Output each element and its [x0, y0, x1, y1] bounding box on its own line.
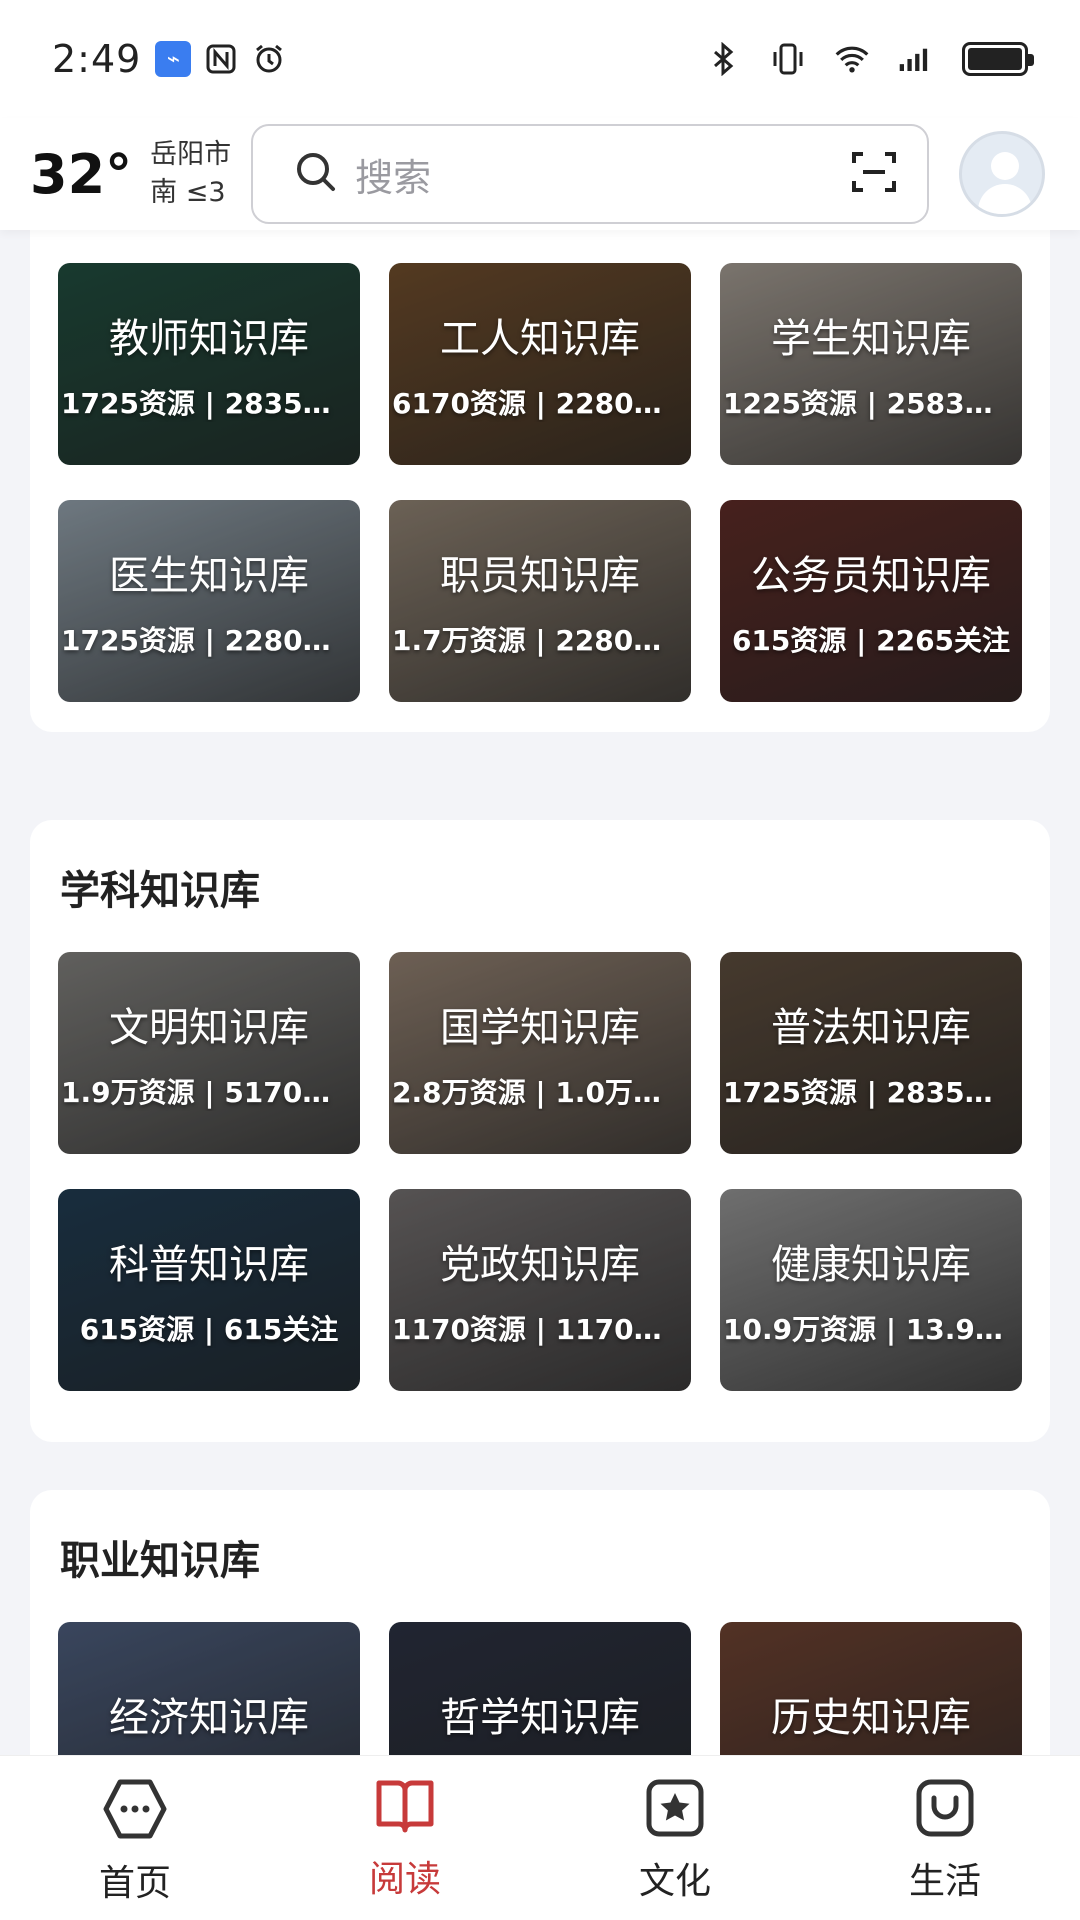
- battery-charging-icon: [962, 42, 1034, 76]
- card-stats: 1725资源 | 2280关注: [61, 624, 357, 657]
- knowledge-card[interactable]: 经济知识库: [58, 1622, 360, 1755]
- nav-label: 阅读: [368, 1859, 441, 1900]
- nav-label: 文化: [638, 1861, 711, 1902]
- search-icon: [295, 151, 337, 197]
- nav-home[interactable]: 首页: [0, 1756, 270, 1920]
- smile-icon: [915, 1778, 975, 1842]
- card-title: 健康知识库: [771, 1242, 971, 1288]
- section-title: 学科知识库: [60, 868, 260, 914]
- card-stats: 1225资源 | 2583关注: [723, 387, 1019, 420]
- knowledge-card[interactable]: 工人知识库 6170资源 | 2280关注: [389, 263, 691, 465]
- card-title: 工人知识库: [440, 316, 640, 362]
- card-stats: 615资源 | 2265关注: [731, 624, 1011, 657]
- star-icon: [645, 1778, 705, 1842]
- section-featured: 教师知识库 1725资源 | 2835关注 工人知识库 6170资源 | 228…: [30, 230, 1050, 732]
- nav-culture[interactable]: 文化: [540, 1756, 810, 1920]
- card-stats: 1.9万资源 | 5170关注: [61, 1076, 357, 1109]
- temperature: 32°: [30, 142, 133, 206]
- knowledge-card[interactable]: 文明知识库 1.9万资源 | 5170关注: [58, 952, 360, 1154]
- nav-life[interactable]: 生活: [810, 1756, 1080, 1920]
- card-title: 哲学知识库: [440, 1695, 640, 1741]
- bottom-nav: 首页 阅读 文化 生活: [0, 1755, 1080, 1920]
- search-placeholder: 搜索: [355, 155, 432, 200]
- nav-read[interactable]: 阅读: [270, 1756, 540, 1920]
- search-input[interactable]: 搜索: [251, 124, 930, 224]
- card-title: 经济知识库: [109, 1695, 309, 1741]
- card-stats: 6170资源 | 2280关注: [392, 387, 688, 420]
- card-stats: 2.8万资源 | 1.0万关注: [392, 1076, 688, 1109]
- knowledge-card[interactable]: 医生知识库 1725资源 | 2280关注: [58, 500, 360, 702]
- card-title: 教师知识库: [109, 316, 309, 362]
- nfc-icon: [203, 41, 239, 77]
- knowledge-card[interactable]: 公务员知识库 615资源 | 2265关注: [720, 500, 1022, 702]
- card-stats: 10.9万资源 | 13.9万关注: [723, 1313, 1019, 1346]
- knowledge-card[interactable]: 普法知识库 1725资源 | 2835关注: [720, 952, 1022, 1154]
- card-title: 国学知识库: [440, 1005, 640, 1051]
- card-title: 职员知识库: [440, 553, 640, 599]
- card-stats: 1.7万资源 | 2280关注: [392, 624, 688, 657]
- weather-info[interactable]: 岳阳市 南 ≤3: [150, 136, 231, 212]
- nav-label: 生活: [908, 1861, 981, 1902]
- card-title: 科普知识库: [109, 1242, 309, 1288]
- vibrate-icon: [770, 41, 806, 77]
- section-career: 职业知识库 经济知识库 哲学知识库 历史知识库: [30, 1490, 1050, 1755]
- card-stats: 1725资源 | 2835关注: [61, 387, 357, 420]
- wind-label: 南 ≤3: [150, 177, 226, 208]
- usb-icon: ⌁: [155, 41, 192, 77]
- nav-label: 首页: [98, 1863, 171, 1904]
- signal-icon: [898, 41, 934, 77]
- card-title: 党政知识库: [440, 1242, 640, 1288]
- knowledge-card[interactable]: 健康知识库 10.9万资源 | 13.9万关注: [720, 1189, 1022, 1391]
- knowledge-card[interactable]: 职员知识库 1.7万资源 | 2280关注: [389, 500, 691, 702]
- knowledge-card[interactable]: 科普知识库 615资源 | 615关注: [58, 1189, 360, 1391]
- card-title: 学生知识库: [771, 316, 971, 362]
- home-icon: [102, 1778, 168, 1844]
- alarm-icon: [251, 41, 287, 77]
- section-subject: 学科知识库 文明知识库 1.9万资源 | 5170关注 国学知识库 2.8万资源…: [30, 820, 1050, 1442]
- status-bar: 2:49 ⌁: [0, 0, 1080, 118]
- book-icon: [374, 1778, 436, 1840]
- card-title: 公务员知识库: [751, 553, 991, 599]
- section-title: 职业知识库: [60, 1538, 260, 1584]
- card-stats: 1725资源 | 2835关注: [723, 1076, 1019, 1109]
- card-title: 医生知识库: [109, 553, 309, 599]
- knowledge-card[interactable]: 历史知识库: [720, 1622, 1022, 1755]
- status-time: 2:49: [52, 37, 142, 81]
- content-scroll-area[interactable]: 教师知识库 1725资源 | 2835关注 工人知识库 6170资源 | 228…: [0, 230, 1080, 1755]
- wifi-icon: [834, 41, 870, 77]
- card-title: 历史知识库: [771, 1695, 971, 1741]
- knowledge-card[interactable]: 教师知识库 1725资源 | 2835关注: [58, 263, 360, 465]
- knowledge-card[interactable]: 学生知识库 1225资源 | 2583关注: [720, 263, 1022, 465]
- top-header: 32° 岳阳市 南 ≤3 搜索: [0, 118, 1080, 230]
- card-stats: 1170资源 | 1170关注: [392, 1313, 688, 1346]
- card-title: 文明知识库: [109, 1005, 309, 1051]
- bluetooth-icon: [706, 41, 742, 77]
- city-label: 岳阳市: [150, 139, 232, 170]
- knowledge-card[interactable]: 党政知识库 1170资源 | 1170关注: [389, 1189, 691, 1391]
- knowledge-card[interactable]: 哲学知识库: [389, 1622, 691, 1755]
- knowledge-card[interactable]: 国学知识库 2.8万资源 | 1.0万关注: [389, 952, 691, 1154]
- card-stats: 615资源 | 615关注: [79, 1313, 339, 1346]
- card-title: 普法知识库: [771, 1005, 971, 1051]
- avatar[interactable]: [959, 131, 1046, 217]
- scan-icon[interactable]: [851, 149, 897, 199]
